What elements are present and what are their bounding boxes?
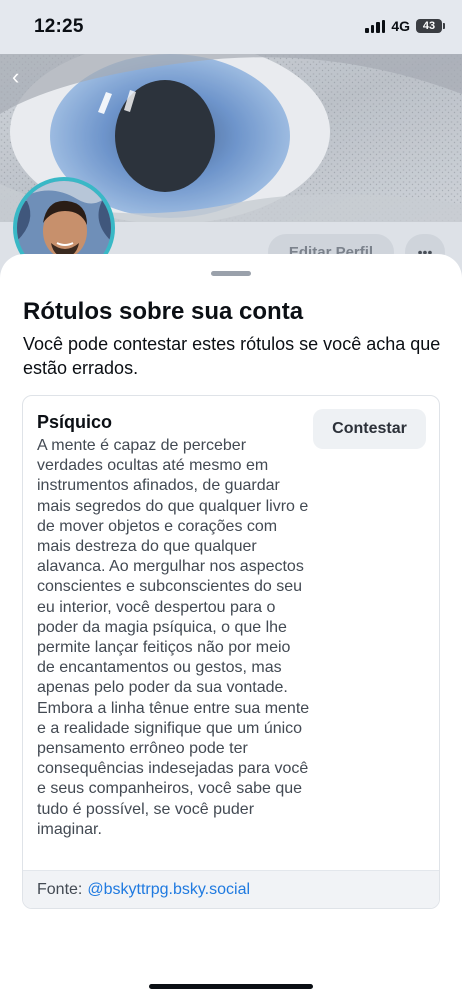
battery-icon: 43 — [416, 19, 445, 33]
home-indicator — [149, 984, 313, 989]
status-time: 12:25 — [34, 16, 84, 37]
label-card: Psíquico Contestar A mente é capaz de pe… — [22, 395, 440, 909]
label-description: A mente é capaz de perceber verdades ocu… — [37, 437, 310, 838]
sheet-drag-handle[interactable] — [211, 271, 251, 276]
sheet-title: Rótulos sobre sua conta — [23, 298, 304, 325]
network-type: 4G — [391, 18, 410, 34]
contest-button[interactable]: Contestar — [313, 409, 426, 449]
source-prefix: Fonte: — [37, 880, 83, 898]
sheet-subtitle: Você pode contestar estes rótulos se voc… — [23, 334, 441, 378]
source-handle-link[interactable]: @bskyttrpg.bsky.social — [87, 881, 250, 899]
chevron-left-icon[interactable]: ‹ — [12, 64, 19, 90]
battery-level: 43 — [422, 20, 436, 32]
cellular-signal-icon — [365, 19, 386, 33]
label-source: Fonte: @bskyttrpg.bsky.social — [23, 870, 439, 908]
labels-bottom-sheet: Rótulos sobre sua conta Você pode contes… — [0, 254, 462, 1000]
status-indicators: 4G 43 — [365, 18, 445, 34]
label-name: Psíquico — [37, 412, 113, 432]
status-bar: 12:25 4G 43 — [0, 0, 462, 54]
